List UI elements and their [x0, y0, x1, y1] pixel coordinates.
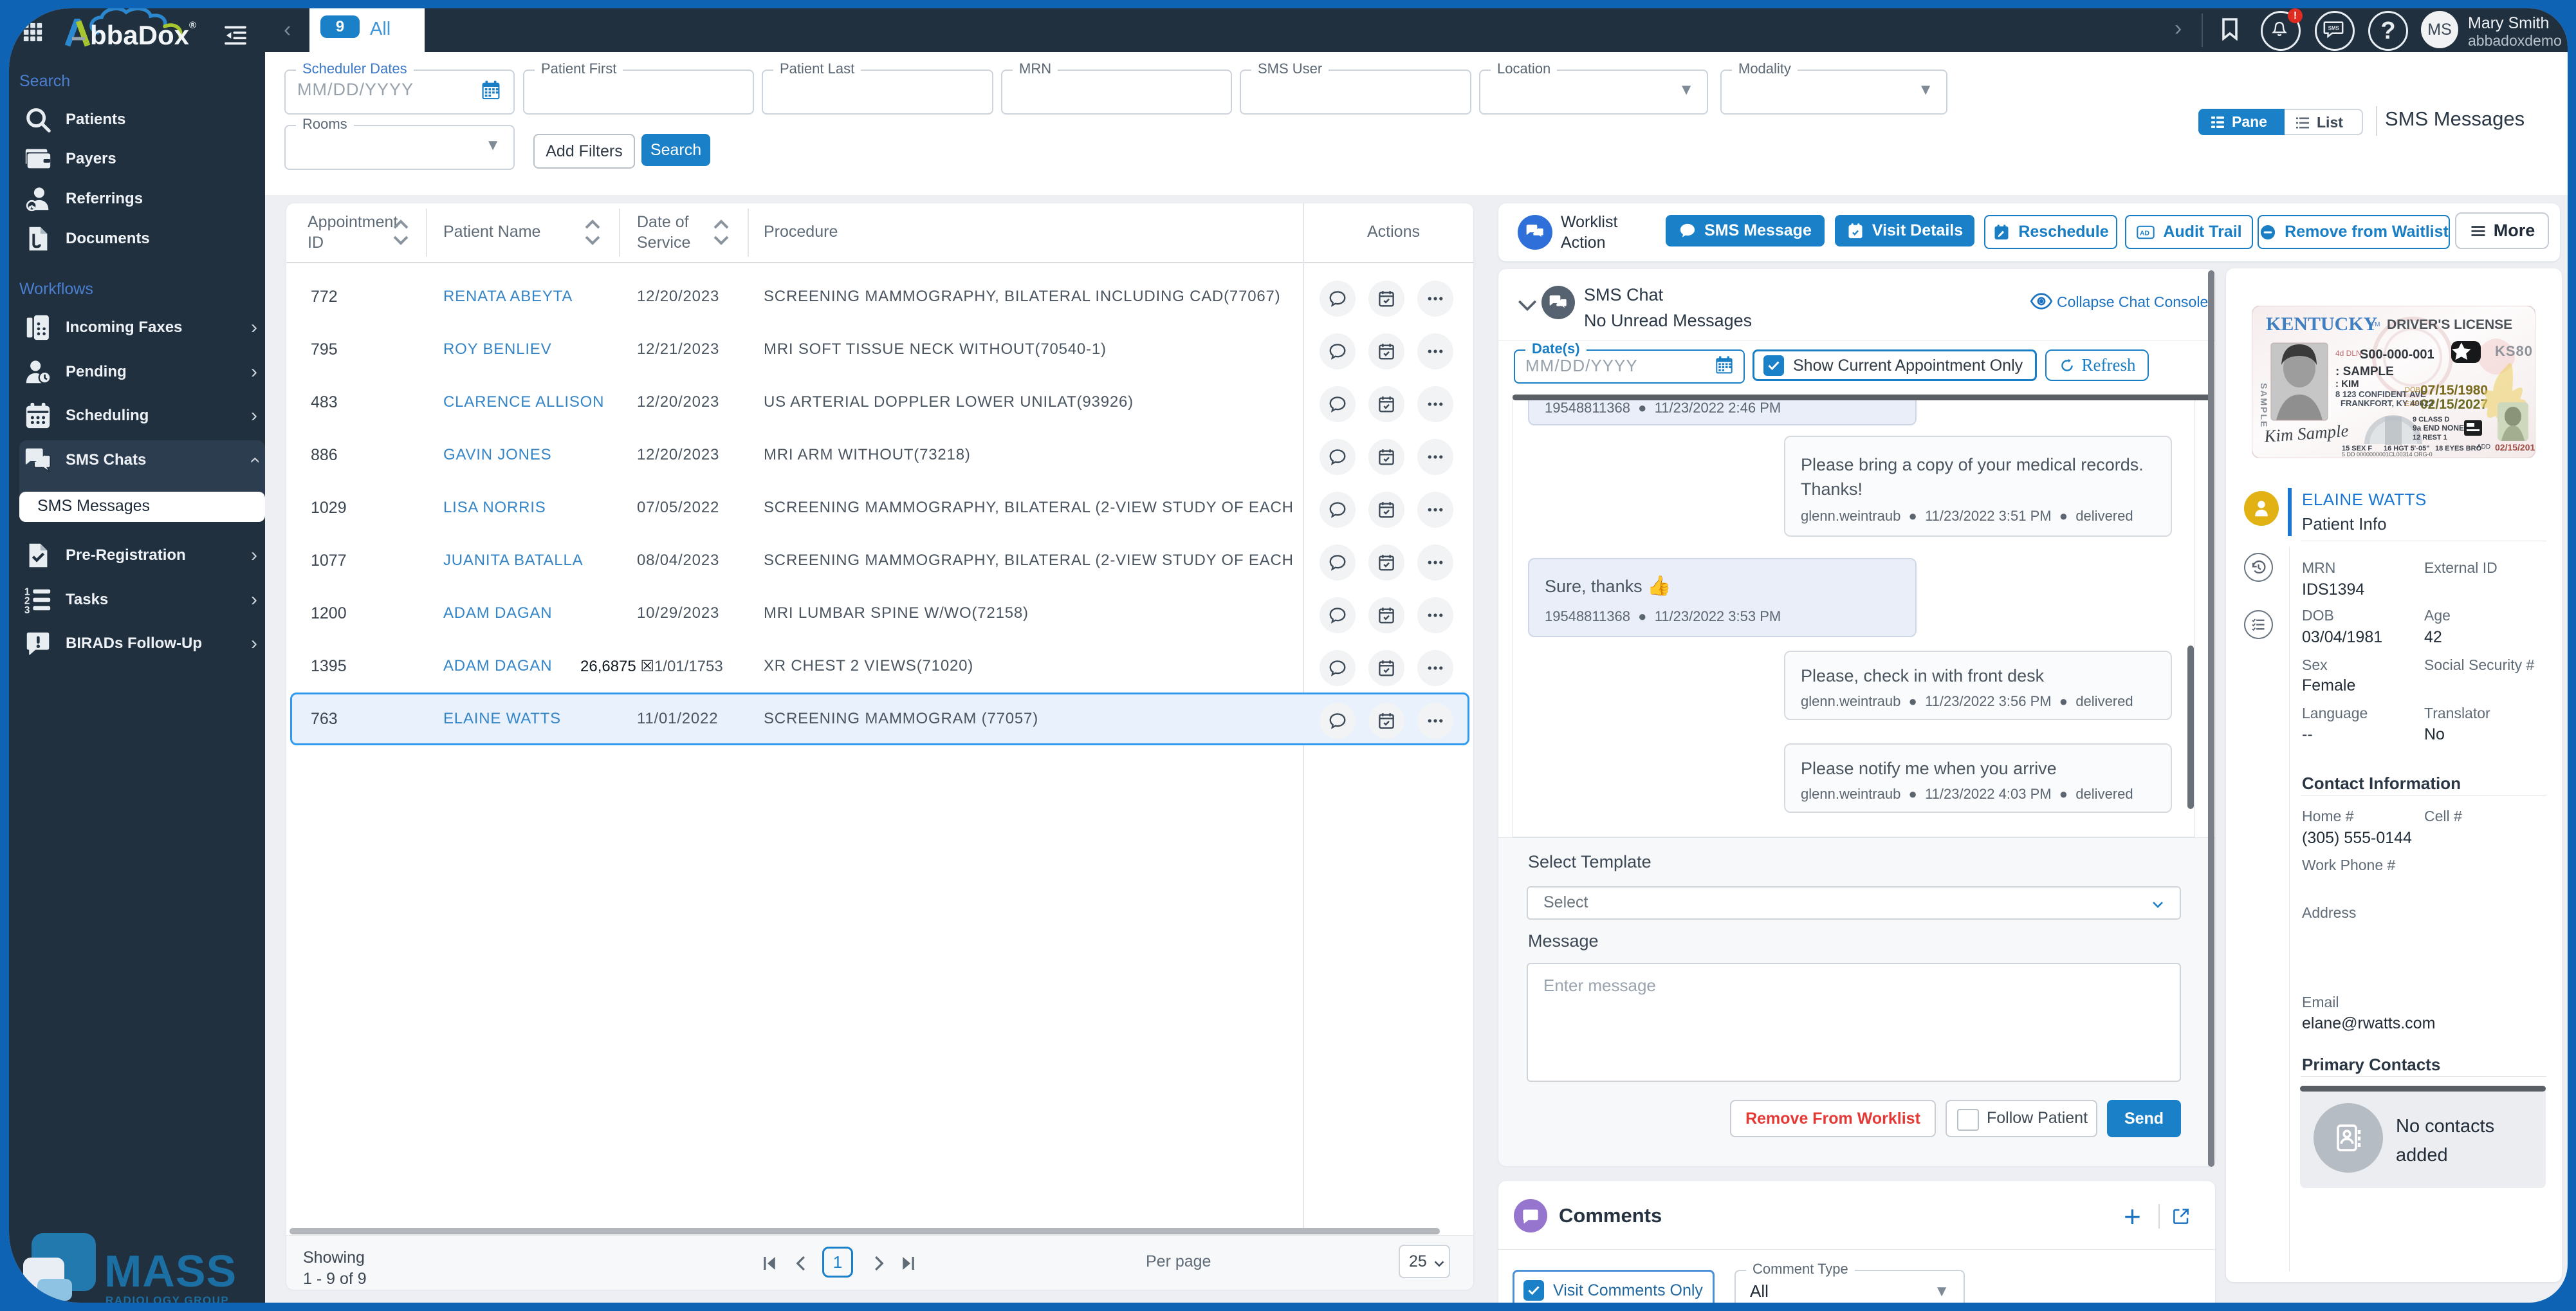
svg-text:SMS: SMS	[2328, 26, 2339, 32]
svg-text:5 DD 0000000001CL00314 ORG-0: 5 DD 0000000001CL00314 ORG-0	[2342, 451, 2433, 458]
svg-text:9 CLASS D: 9 CLASS D	[2413, 416, 2450, 423]
svg-text:ADD: ADD	[2477, 443, 2490, 451]
svg-text:TM: TM	[2371, 321, 2380, 328]
svg-text:KENTUCKY: KENTUCKY	[2266, 313, 2378, 335]
svg-text:3: 3	[24, 605, 30, 615]
svg-text:DRIVER'S LICENSE: DRIVER'S LICENSE	[2387, 317, 2512, 332]
svg-text:02/15/2019: 02/15/2019	[2495, 442, 2535, 452]
svg-text:07/15/1980: 07/15/1980	[2420, 383, 2488, 398]
svg-text:KS80: KS80	[2495, 343, 2533, 359]
svg-text:: KIM: : KIM	[2335, 378, 2359, 389]
svg-text:18 EYES BRO: 18 EYES BRO	[2435, 445, 2482, 452]
svg-text:4d DLN: 4d DLN	[2335, 349, 2362, 358]
svg-text:AD: AD	[2140, 230, 2149, 237]
svg-text:02/15/2027: 02/15/2027	[2420, 397, 2488, 412]
svg-text:EXP: EXP	[2405, 400, 2419, 408]
svg-text:12 REST 1: 12 REST 1	[2413, 434, 2447, 442]
svg-text:FRANKFORT, KY 40622: FRANKFORT, KY 40622	[2341, 398, 2433, 408]
svg-text:DOB: DOB	[2405, 386, 2420, 394]
svg-text:: SAMPLE: : SAMPLE	[2335, 365, 2394, 378]
svg-text:SAMPLE: SAMPLE	[2259, 383, 2269, 428]
svg-text:S00-000-001: S00-000-001	[2360, 348, 2434, 362]
svg-text:9a END NONE: 9a END NONE	[2413, 423, 2464, 432]
